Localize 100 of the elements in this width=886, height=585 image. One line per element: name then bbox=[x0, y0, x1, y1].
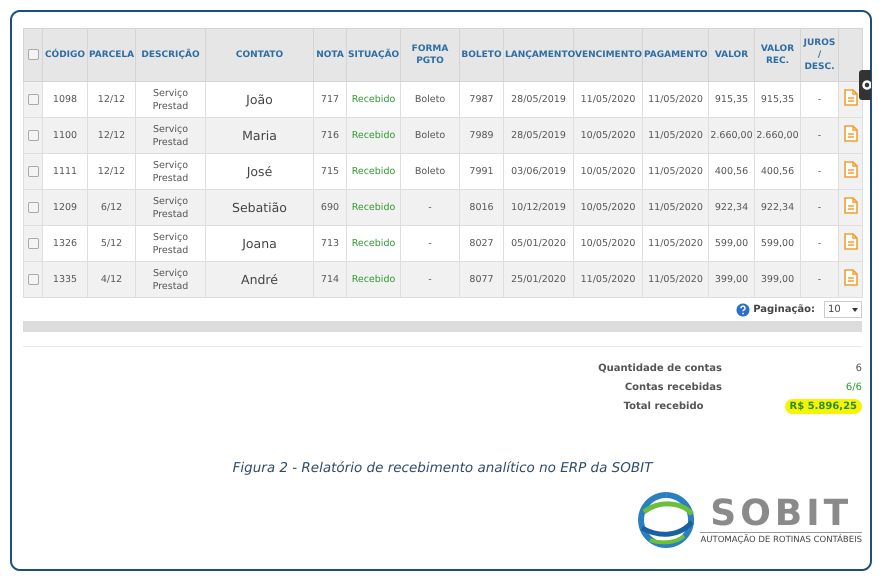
table-cell: 8016 bbox=[460, 190, 504, 226]
table-cell: 11/05/2020 bbox=[642, 118, 708, 154]
table-cell: 11/05/2020 bbox=[574, 262, 642, 298]
table-cell: 717 bbox=[314, 82, 346, 118]
table-cell: 400,56 bbox=[708, 154, 754, 190]
table-cell: 11/05/2020 bbox=[642, 82, 708, 118]
table-cell: Serviço Prestad bbox=[136, 154, 206, 190]
table-cell: 1326 bbox=[42, 226, 88, 262]
contact-name: João bbox=[206, 82, 314, 118]
table-cell: 599,00 bbox=[708, 226, 754, 262]
document-icon[interactable] bbox=[844, 233, 858, 250]
table-cell: 922,34 bbox=[754, 190, 800, 226]
checkbox[interactable] bbox=[28, 238, 38, 249]
checkbox[interactable] bbox=[28, 274, 38, 285]
column-header[interactable]: FORMA PGTO bbox=[400, 28, 460, 82]
summary-value: 6/6 bbox=[844, 381, 862, 395]
pagination-label: Paginação: bbox=[753, 304, 815, 315]
table-cell: - bbox=[800, 82, 838, 118]
table-cell: 12/12 bbox=[88, 154, 136, 190]
table-cell: 28/05/2019 bbox=[504, 118, 574, 154]
status-text: Recebido bbox=[346, 82, 400, 118]
table-cell: 8027 bbox=[460, 226, 504, 262]
table-cell: 05/01/2020 bbox=[504, 226, 574, 262]
table-cell: 03/06/2019 bbox=[504, 154, 574, 190]
summary-label: Total recebido bbox=[622, 401, 704, 412]
status-text: Recebido bbox=[346, 262, 400, 298]
column-header[interactable]: JUROS / DESC. bbox=[800, 28, 838, 82]
table-cell: 714 bbox=[314, 262, 346, 298]
column-header[interactable]: NOTA bbox=[314, 28, 346, 82]
column-header[interactable]: LANÇAMENTO bbox=[504, 28, 574, 82]
table-cell: 10/12/2019 bbox=[504, 190, 574, 226]
contact-name: Sebatião bbox=[206, 190, 314, 226]
table-cell: 25/01/2020 bbox=[504, 262, 574, 298]
table-cell: 7991 bbox=[460, 154, 504, 190]
table-cell: 1111 bbox=[42, 154, 88, 190]
contact-name: Joana bbox=[206, 226, 314, 262]
checkbox[interactable] bbox=[28, 130, 38, 141]
table-cell: Serviço Prestad bbox=[136, 118, 206, 154]
checkbox[interactable] bbox=[28, 94, 38, 105]
caret-icon bbox=[852, 308, 858, 312]
table-cell: - bbox=[400, 262, 460, 298]
globe-logo-icon bbox=[636, 492, 696, 548]
table-cell: 2.660,00 bbox=[754, 118, 800, 154]
table-cell: Serviço Prestad bbox=[136, 190, 206, 226]
page-size-select[interactable]: 10 bbox=[824, 301, 862, 318]
table-cell: - bbox=[800, 262, 838, 298]
column-header[interactable]: VALOR REC. bbox=[754, 28, 800, 82]
table-cell: Serviço Prestad bbox=[136, 226, 206, 262]
column-header[interactable]: CÓDIGO bbox=[42, 28, 88, 82]
document-icon[interactable] bbox=[844, 161, 858, 178]
table-cell: 400,56 bbox=[754, 154, 800, 190]
table-cell: - bbox=[800, 154, 838, 190]
settings-tab[interactable] bbox=[859, 70, 871, 100]
table-cell: 915,35 bbox=[708, 82, 754, 118]
column-header[interactable]: VALOR bbox=[708, 28, 754, 82]
column-header[interactable]: BOLETO bbox=[460, 28, 504, 82]
table-cell: Boleto bbox=[400, 154, 460, 190]
table-cell: 12/12 bbox=[88, 118, 136, 154]
column-header[interactable]: PAGAMENTO bbox=[642, 28, 708, 82]
table-cell: 915,35 bbox=[754, 82, 800, 118]
table-cell: - bbox=[800, 118, 838, 154]
table-cell: 11/05/2020 bbox=[642, 154, 708, 190]
column-header[interactable]: CONTATO bbox=[206, 28, 314, 82]
settings-icon bbox=[861, 79, 871, 91]
table-cell: 7987 bbox=[460, 82, 504, 118]
table-cell: 1209 bbox=[42, 190, 88, 226]
summary-label: Contas recebidas bbox=[624, 382, 722, 393]
table-cell: 10/05/2020 bbox=[574, 154, 642, 190]
column-header[interactable]: VENCIMENTO bbox=[574, 28, 642, 82]
table-cell: 690 bbox=[314, 190, 346, 226]
document-icon[interactable] bbox=[844, 125, 858, 142]
table-cell: 599,00 bbox=[754, 226, 800, 262]
table-cell: 11/05/2020 bbox=[642, 226, 708, 262]
summary-value: R$ 5.896,25 bbox=[784, 399, 862, 414]
table-cell: 1098 bbox=[42, 82, 88, 118]
table-cell: 10/05/2020 bbox=[574, 226, 642, 262]
checkbox[interactable] bbox=[28, 49, 38, 60]
document-icon[interactable] bbox=[844, 269, 858, 286]
table-cell: 8077 bbox=[460, 262, 504, 298]
table-cell: 922,34 bbox=[708, 190, 754, 226]
checkbox[interactable] bbox=[28, 202, 38, 213]
table-cell: 11/05/2020 bbox=[574, 82, 642, 118]
summary-value: 6 bbox=[854, 362, 862, 376]
status-text: Recebido bbox=[346, 190, 400, 226]
column-header[interactable]: SITUAÇÃO bbox=[346, 28, 400, 82]
horizontal-scrollbar[interactable] bbox=[23, 321, 862, 332]
column-header[interactable]: DESCRIÇÃO bbox=[136, 28, 206, 82]
help-icon[interactable] bbox=[736, 302, 750, 316]
table-cell: 28/05/2019 bbox=[504, 82, 574, 118]
column-header[interactable]: PARCELA bbox=[88, 28, 136, 82]
table-cell: 4/12 bbox=[88, 262, 136, 298]
contact-name: Maria bbox=[206, 118, 314, 154]
document-icon[interactable] bbox=[844, 197, 858, 214]
table-cell: Boleto bbox=[400, 118, 460, 154]
table-cell: Serviço Prestad bbox=[136, 82, 206, 118]
table-cell: 7989 bbox=[460, 118, 504, 154]
status-text: Recebido bbox=[346, 118, 400, 154]
logo-wordmark: SOBIT bbox=[710, 496, 852, 532]
checkbox[interactable] bbox=[28, 166, 38, 177]
contact-name: André bbox=[206, 262, 314, 298]
